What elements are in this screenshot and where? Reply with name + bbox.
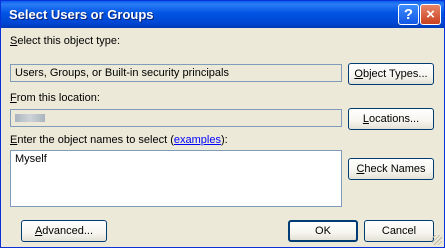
object-names-label: Enter the object names to select (exampl… [10, 134, 228, 146]
cancel-button[interactable]: Cancel [364, 220, 434, 242]
title-bar[interactable]: Select Users or Groups ? × [1, 1, 444, 28]
location-label: From this location: [10, 92, 100, 104]
check-names-button[interactable]: Check Names [348, 158, 434, 180]
window-title: Select Users or Groups [9, 7, 154, 22]
redacted-location [15, 114, 45, 123]
resize-grip[interactable] [432, 235, 442, 245]
select-users-dialog: Select Users or Groups ? × Select this o… [0, 0, 445, 248]
object-type-label: Select this object type: [10, 35, 121, 47]
ok-button[interactable]: OK [288, 220, 358, 242]
object-type-field: Users, Groups, or Built-in security prin… [10, 64, 342, 82]
advanced-button[interactable]: Advanced... [21, 220, 107, 242]
locations-button[interactable]: Locations... [348, 108, 434, 130]
help-button[interactable]: ? [398, 4, 419, 25]
location-field [10, 109, 342, 127]
close-button[interactable]: × [420, 4, 441, 25]
object-names-input[interactable]: Myself [10, 150, 342, 207]
examples-link[interactable]: examples [174, 134, 221, 146]
object-types-button[interactable]: Object Types... [348, 63, 434, 85]
